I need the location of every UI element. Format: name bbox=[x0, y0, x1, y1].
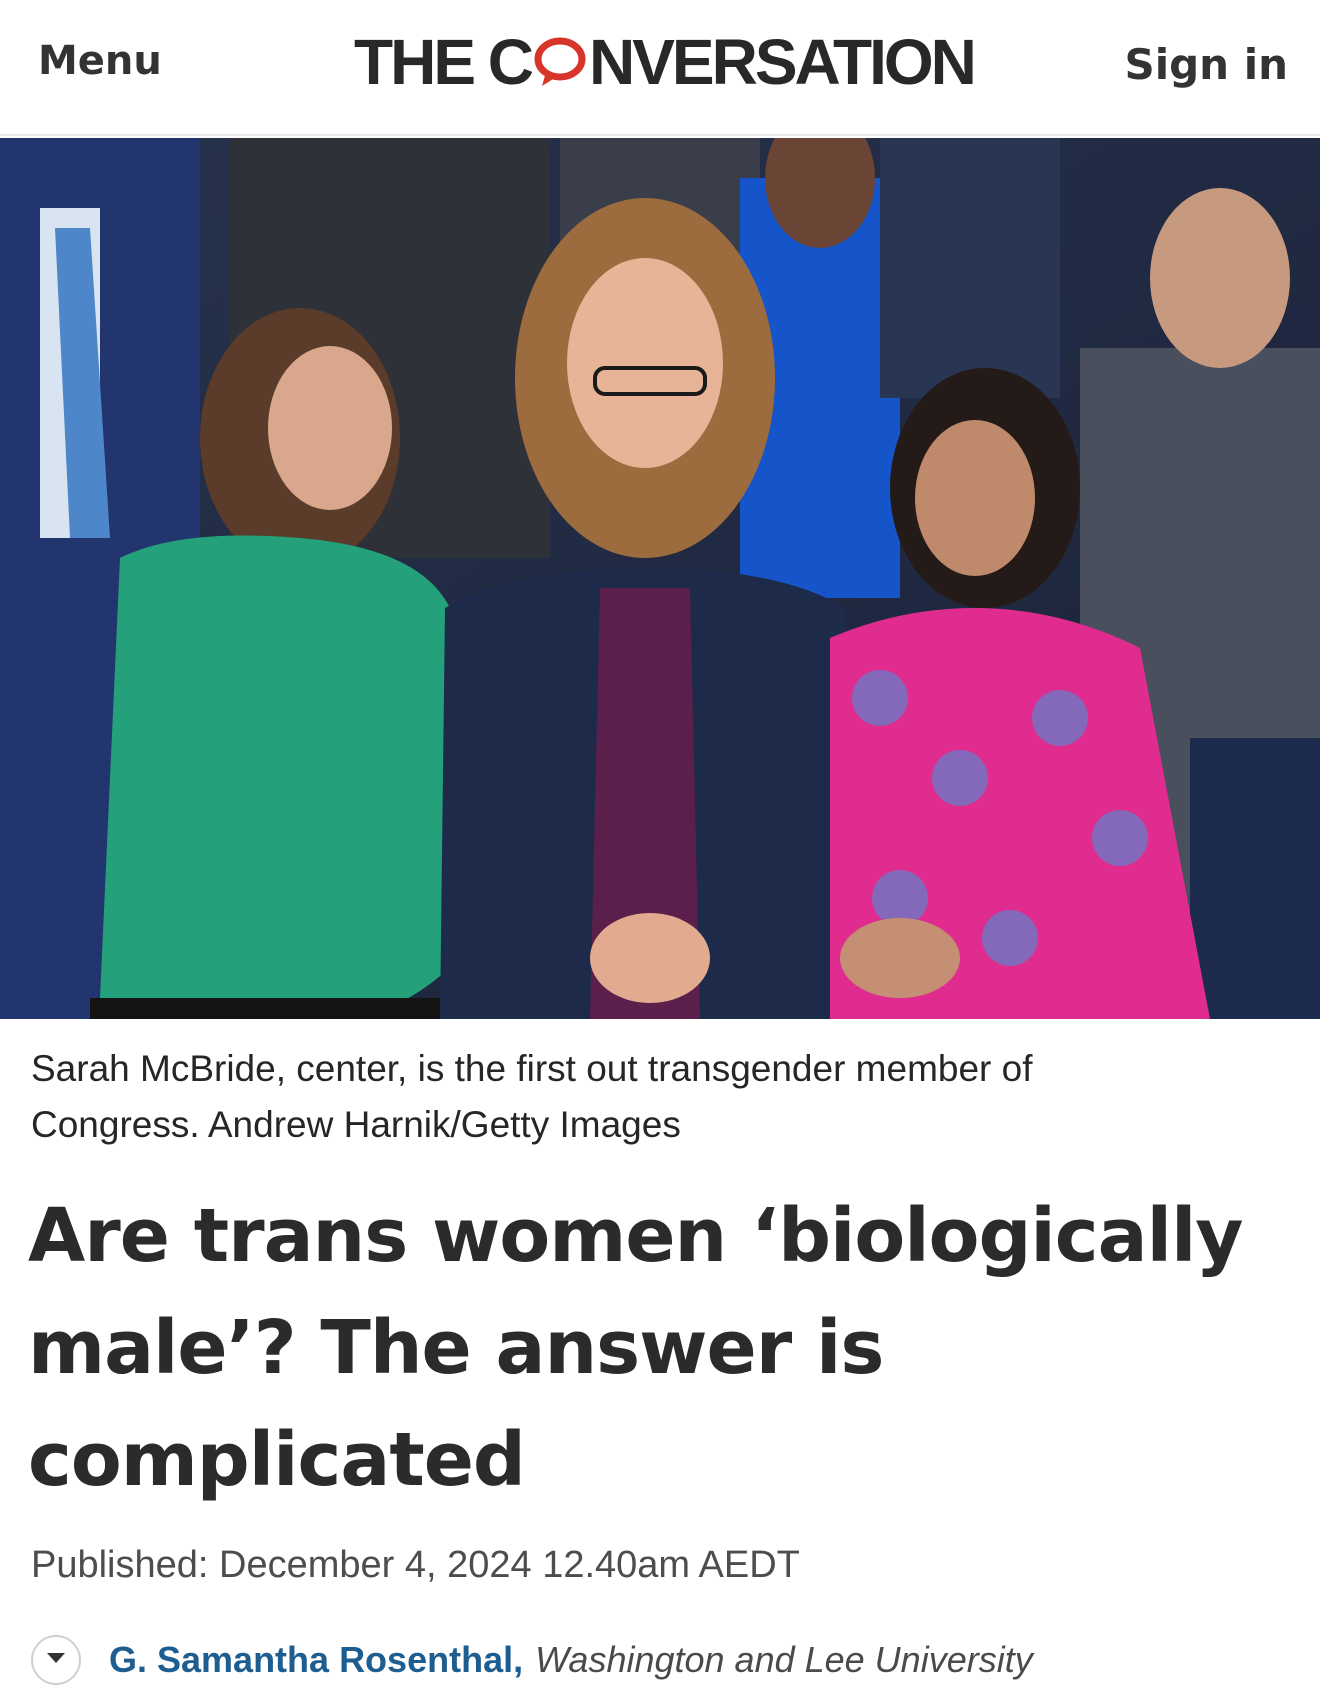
sign-in-button[interactable]: Sign in bbox=[1124, 40, 1288, 89]
author-byline: G. Samantha Rosenthal, Washington and Le… bbox=[31, 1632, 1033, 1688]
hero-photo bbox=[0, 138, 1320, 1019]
author-affiliation: Washington and Lee University bbox=[535, 1639, 1033, 1680]
logo-text-end: NVERSATION bbox=[589, 26, 977, 98]
author-details-toggle[interactable] bbox=[31, 1635, 81, 1685]
logo-text-start: THE C bbox=[354, 26, 534, 98]
chevron-down-icon bbox=[45, 1651, 67, 1670]
speech-bubble-logo-icon bbox=[532, 30, 588, 86]
site-logo[interactable]: THE C NVERSATION bbox=[354, 24, 977, 100]
photo-caption: Sarah McBride, center, is the first out … bbox=[31, 1048, 1033, 1145]
article-headline: Are trans women ‘biologically male’? The… bbox=[28, 1193, 1244, 1503]
menu-button[interactable]: Menu bbox=[38, 38, 162, 84]
author-name-link[interactable]: G. Samantha Rosenthal, bbox=[109, 1639, 523, 1681]
published-date: Published: December 4, 2024 12.40am AEDT bbox=[31, 1544, 800, 1586]
site-header: Menu THE C NVERSATION Sign in bbox=[0, 0, 1320, 136]
